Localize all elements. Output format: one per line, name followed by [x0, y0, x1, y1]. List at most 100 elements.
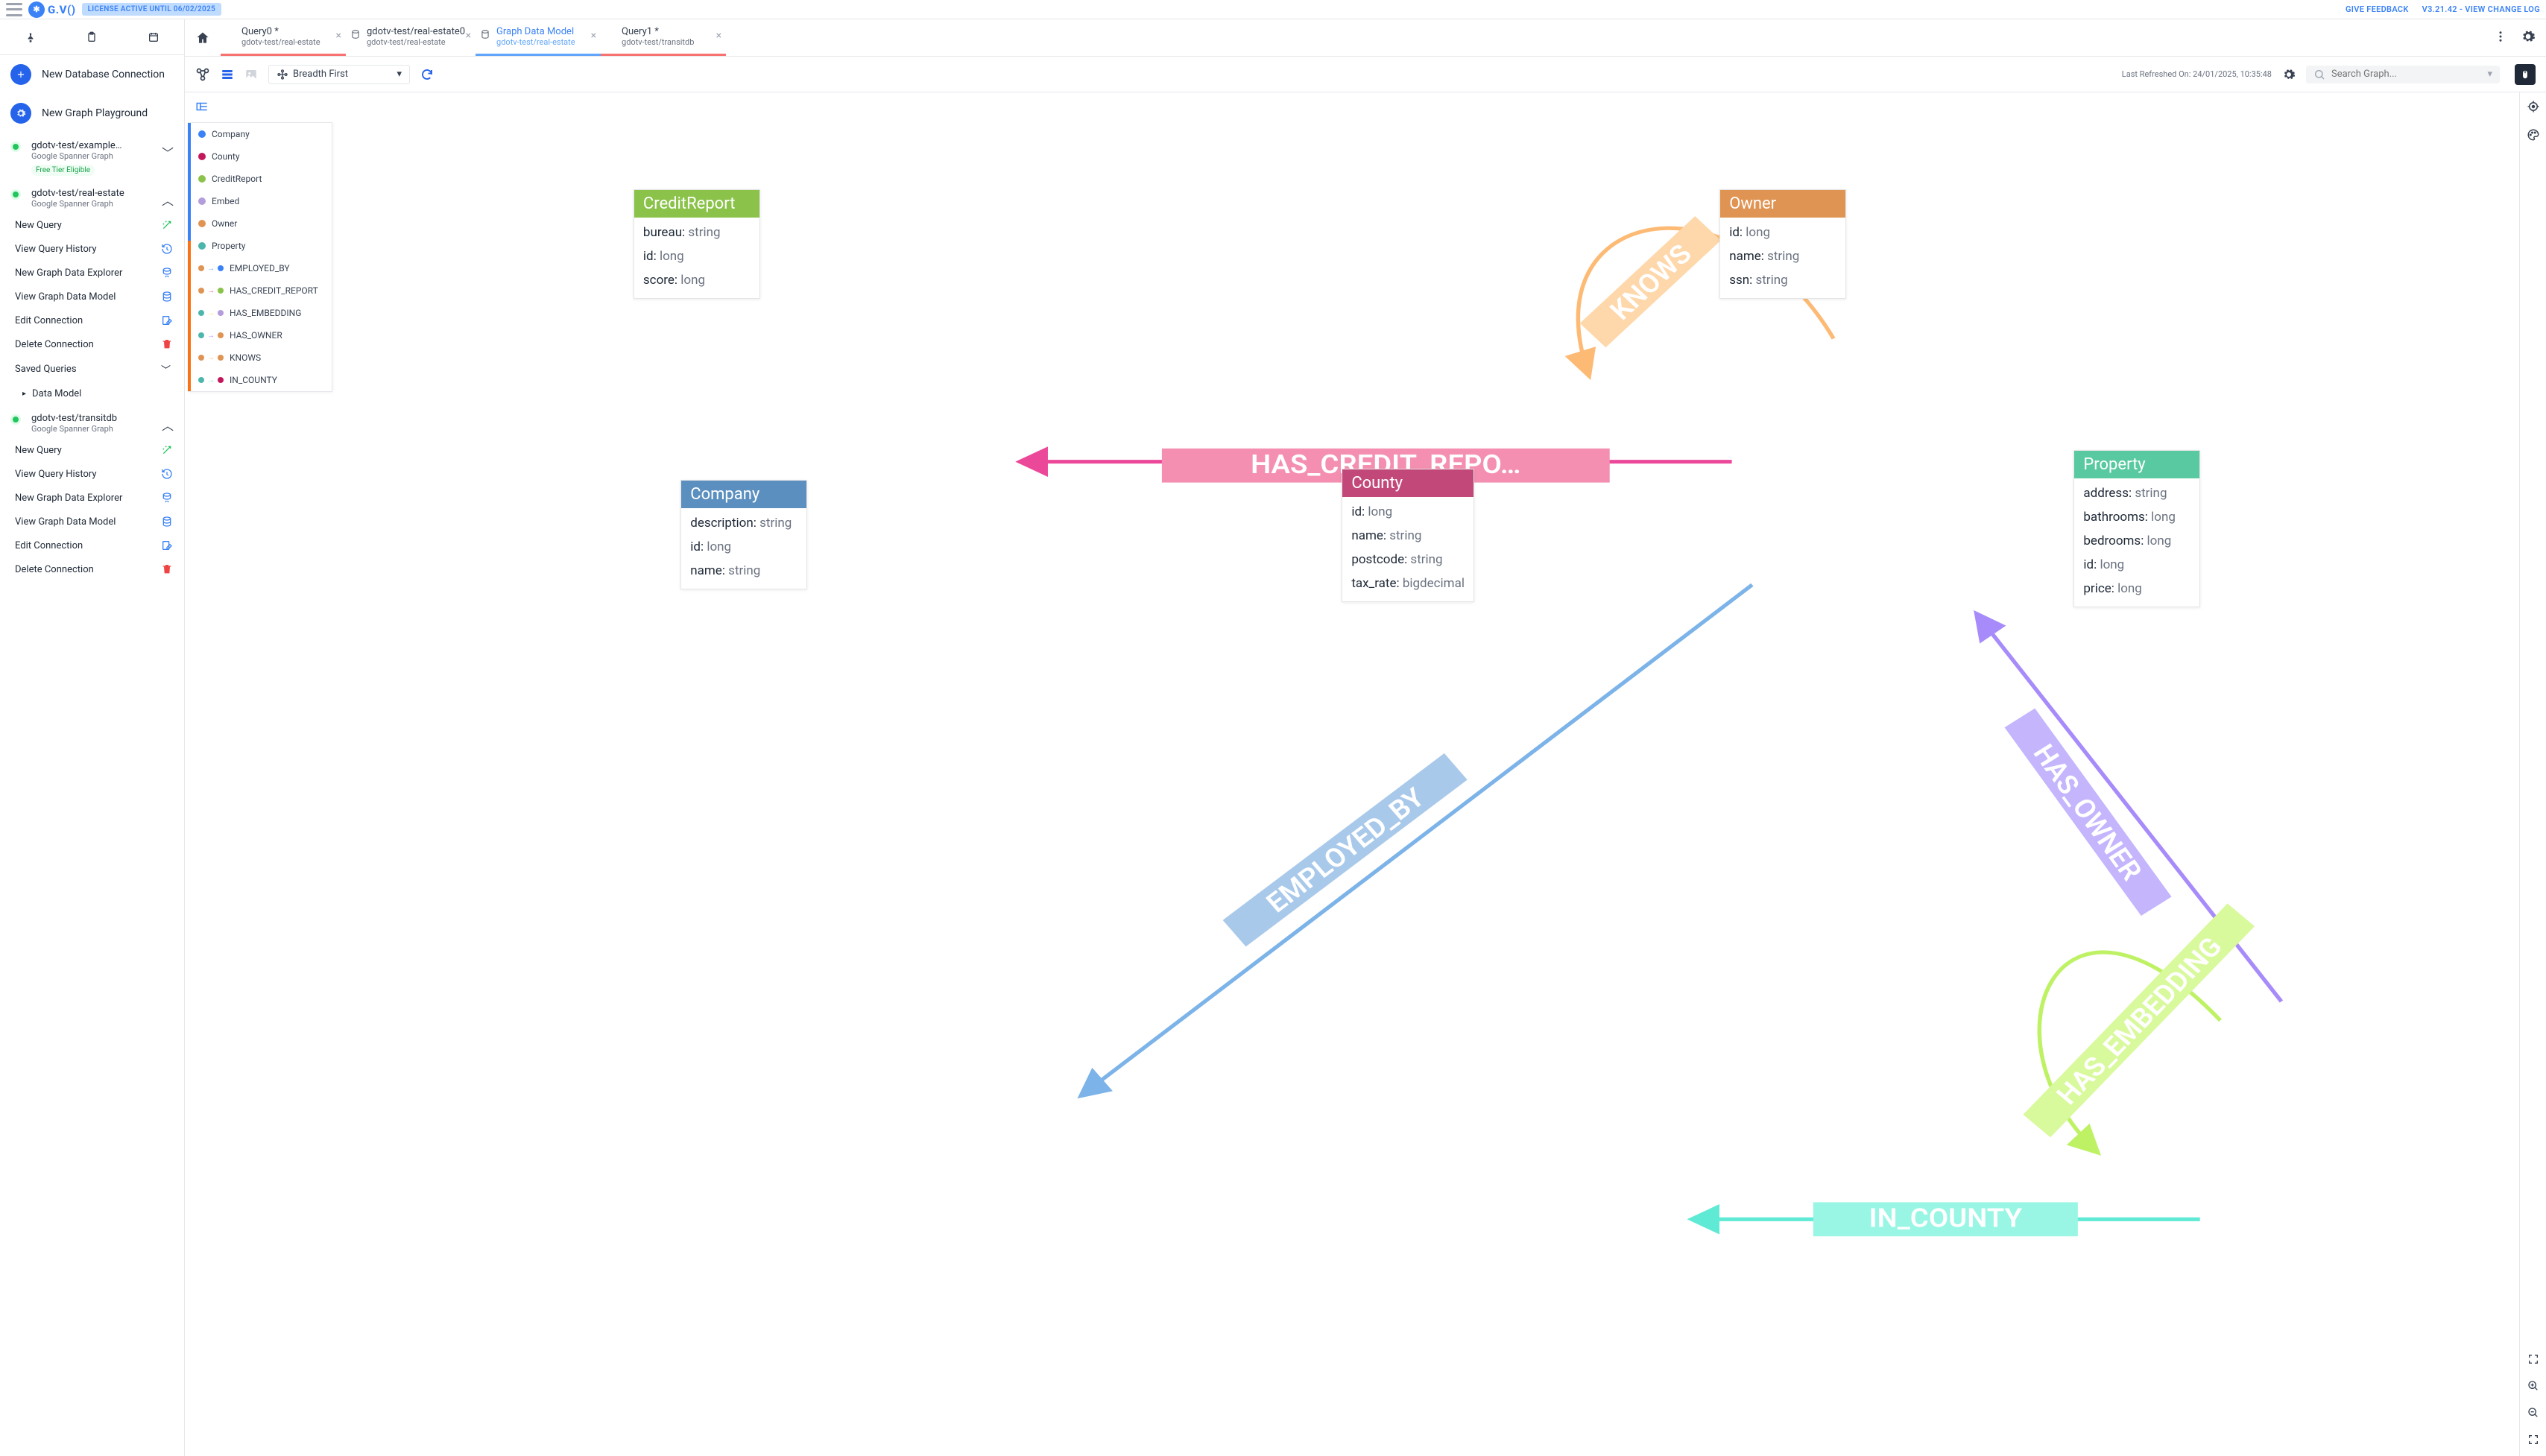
edit-icon	[160, 539, 174, 551]
connection-item[interactable]: gdotv-test/transitdb Google Spanner Grap…	[0, 405, 184, 438]
legend-edge-item[interactable]: → HAS_EMBEDDING	[188, 302, 332, 324]
status-dot-icon	[10, 142, 21, 152]
legend-node-item[interactable]: County	[188, 145, 332, 168]
close-icon[interactable]: ×	[716, 30, 721, 42]
home-tab[interactable]	[185, 19, 221, 56]
pin-icon[interactable]	[0, 19, 61, 54]
legend-node-item[interactable]: CreditReport	[188, 168, 332, 190]
logo-icon[interactable]: ✱	[28, 1, 45, 18]
connection-item[interactable]: gdotv-test/real-estate Google Spanner Gr…	[0, 180, 184, 213]
zoom-out-icon[interactable]	[2527, 1407, 2539, 1422]
connection-action-item[interactable]: New Query	[0, 213, 184, 237]
legend-node-item[interactable]: Property	[188, 235, 332, 257]
node-title: Company	[681, 481, 806, 508]
search-field[interactable]	[2331, 69, 2481, 80]
action-label: View Graph Data Model	[15, 291, 116, 303]
graph-node-credit_report[interactable]: CreditReportbureau: stringid: longscore:…	[634, 189, 760, 299]
legend-node-item[interactable]: Embed	[188, 190, 332, 212]
new-graph-playground-button[interactable]: New Graph Playground	[0, 94, 184, 133]
version-link[interactable]: V3.21.42 - VIEW CHANGE LOG	[2422, 4, 2540, 14]
action-label: New Graph Data Explorer	[15, 268, 122, 279]
wand-icon	[160, 219, 174, 231]
connection-action-item[interactable]: View Query History	[0, 237, 184, 261]
legend-dot-icon	[198, 310, 204, 316]
legend-toggle-icon[interactable]	[195, 100, 209, 116]
table-view-icon[interactable]	[221, 68, 234, 81]
tab[interactable]: Graph Data Model gdotv-test/real-estate …	[476, 19, 601, 56]
chevron-down-icon[interactable]: ﹀	[162, 143, 174, 161]
node-property: address: string	[2083, 481, 2190, 505]
sidebar: New Database Connection New Graph Playgr…	[0, 19, 185, 1456]
tab[interactable]: Query0 * gdotv-test/real-estate ×	[221, 19, 346, 56]
svg-text:HAS_EMBEDDING: HAS_EMBEDDING	[2051, 931, 2229, 1111]
image-view-icon[interactable]	[244, 68, 258, 81]
palette-icon[interactable]	[2527, 128, 2540, 145]
legend-dot-icon	[218, 265, 224, 271]
tab[interactable]: gdotv-test/real-estate0 gdotv-test/real-…	[346, 19, 476, 56]
legend-dot-icon	[198, 153, 206, 160]
connection-action-item[interactable]: View Query History	[0, 462, 184, 486]
logo-text[interactable]: G.V()	[48, 3, 76, 16]
connection-action-item[interactable]: Delete Connection	[0, 332, 184, 356]
connection-action-item[interactable]: New Graph Data Explorer	[0, 261, 184, 285]
connection-action-item[interactable]: New Graph Data Explorer	[0, 486, 184, 510]
connection-action-item[interactable]: Delete Connection	[0, 557, 184, 581]
tab[interactable]: Query1 * gdotv-test/transitdb ×	[601, 19, 726, 56]
connection-action-item[interactable]: View Graph Data Model	[0, 510, 184, 534]
legend-edge-item[interactable]: → KNOWS	[188, 346, 332, 369]
legend-node-item[interactable]: Owner	[188, 212, 332, 235]
chevron-up-icon[interactable]: ︿	[162, 191, 174, 209]
arrow-icon: →	[207, 332, 215, 340]
search-input[interactable]: ▾	[2306, 66, 2500, 83]
new-database-connection-button[interactable]: New Database Connection	[0, 55, 184, 94]
node-property: score: long	[643, 268, 751, 292]
trash-icon	[160, 338, 174, 350]
layout-select[interactable]: Breadth First ▾	[268, 65, 410, 84]
close-icon[interactable]: ×	[466, 30, 471, 42]
settings-icon[interactable]	[2521, 29, 2536, 47]
mouse-mode-icon[interactable]	[2515, 64, 2536, 85]
graph-node-company[interactable]: Companydescription: stringid: longname: …	[680, 480, 807, 589]
content-area: Query0 * gdotv-test/real-estate × gdotv-…	[185, 19, 2546, 1456]
tab-icon	[480, 28, 490, 42]
graph-node-owner[interactable]: Ownerid: longname: stringssn: string	[1719, 189, 1846, 299]
legend-edge-item[interactable]: → HAS_CREDIT_REPORT	[188, 279, 332, 302]
graph-settings-icon[interactable]	[2282, 68, 2296, 81]
give-feedback-link[interactable]: GIVE FEEDBACK	[2346, 4, 2409, 14]
close-icon[interactable]: ×	[591, 30, 596, 42]
legend-edge-item[interactable]: → IN_COUNTY	[188, 369, 332, 391]
connection-action-item[interactable]: View Graph Data Model	[0, 285, 184, 308]
refresh-icon[interactable]	[420, 68, 434, 81]
connection-item[interactable]: gdotv-test/example… Google Spanner Graph…	[0, 133, 184, 180]
layout-select-label: Breadth First	[293, 69, 348, 80]
arrow-icon: →	[207, 287, 215, 295]
menu-icon[interactable]	[6, 3, 22, 16]
legend-dot-icon	[198, 355, 204, 361]
connection-action-item[interactable]: Saved Queries﹀	[0, 356, 184, 382]
node-view-icon[interactable]	[195, 67, 210, 82]
calendar-icon[interactable]	[123, 19, 184, 54]
legend-label: IN_COUNTY	[230, 375, 277, 385]
chevron-up-icon[interactable]: ︿	[162, 416, 174, 434]
zoom-in-icon[interactable]	[2527, 1380, 2539, 1395]
fullscreen-icon[interactable]	[2527, 1353, 2539, 1368]
graph-node-county[interactable]: Countyid: longname: stringpostcode: stri…	[1342, 469, 1474, 602]
legend-edge-item[interactable]: → EMPLOYED_BY	[188, 257, 332, 279]
locate-icon[interactable]	[2527, 100, 2540, 116]
connection-action-item[interactable]: New Query	[0, 438, 184, 462]
action-label: Edit Connection	[15, 540, 83, 551]
more-icon[interactable]	[2494, 30, 2507, 46]
legend-dot-icon	[198, 242, 206, 250]
fit-icon[interactable]	[2527, 1434, 2539, 1449]
connection-action-item[interactable]: Edit Connection	[0, 308, 184, 332]
clipboard-icon[interactable]	[61, 19, 122, 54]
connection-title: gdotv-test/transitdb	[31, 413, 159, 424]
legend-edge-item[interactable]: → HAS_OWNER	[188, 324, 332, 346]
graph-node-property[interactable]: Propertyaddress: stringbathrooms: longbe…	[2073, 450, 2200, 607]
connection-action-item[interactable]: ▸Data Model	[0, 382, 184, 405]
close-icon[interactable]: ×	[336, 30, 341, 42]
graph-canvas[interactable]: CompanyCountyCreditReportEmbedOwnerPrope…	[185, 92, 2546, 1456]
connection-action-item[interactable]: Edit Connection	[0, 534, 184, 557]
history-icon	[160, 243, 174, 255]
legend-node-item[interactable]: Company	[188, 123, 332, 145]
